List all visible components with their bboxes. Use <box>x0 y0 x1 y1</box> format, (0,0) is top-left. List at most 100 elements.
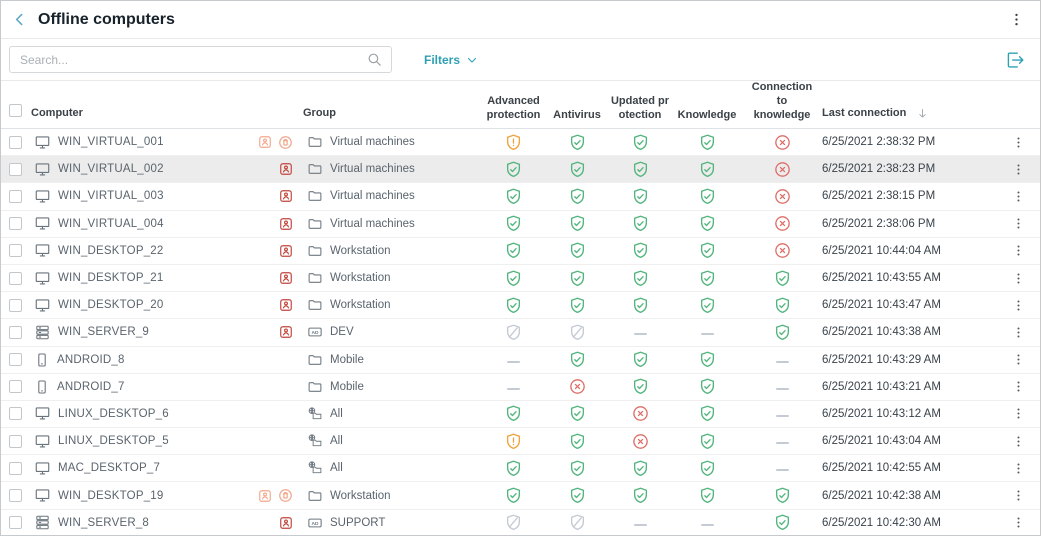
computer-name[interactable]: WIN_SERVER_9 <box>58 326 149 338</box>
row-checkbox[interactable] <box>9 217 22 230</box>
last-connection: 6/25/2021 10:42:38 AM <box>822 490 967 502</box>
row-kebab-menu-button[interactable] <box>1010 215 1027 232</box>
shield-ok-icon <box>568 187 587 206</box>
column-header-actions <box>967 120 1040 129</box>
row-kebab-menu-button[interactable] <box>1010 405 1027 422</box>
protection-disabled-shield-icon <box>504 513 523 532</box>
desktop-computer-icon <box>34 487 51 504</box>
row-checkbox[interactable] <box>9 244 22 257</box>
row-kebab-menu-button[interactable] <box>1010 297 1027 314</box>
column-header-antivirus[interactable]: Antivirus <box>546 109 608 130</box>
row-checkbox[interactable] <box>9 190 22 203</box>
table-row[interactable]: MAC_DESKTOP_7All6/25/2021 10:42:55 AM <box>1 455 1040 482</box>
row-kebab-menu-button[interactable] <box>1010 242 1027 259</box>
row-kebab-menu-button[interactable] <box>1010 514 1027 531</box>
table-row[interactable]: WIN_DESKTOP_20Workstation6/25/2021 10:43… <box>1 292 1040 319</box>
row-checkbox[interactable] <box>9 489 22 502</box>
computer-name[interactable]: WIN_DESKTOP_22 <box>58 245 164 257</box>
computer-name[interactable]: ANDROID_7 <box>57 381 125 393</box>
row-checkbox[interactable] <box>9 299 22 312</box>
table-row[interactable]: WIN_VIRTUAL_003Virtual machines6/25/2021… <box>1 183 1040 210</box>
table-row[interactable]: WIN_SERVER_9ADDEV6/25/2021 10:43:38 AM <box>1 319 1040 346</box>
computer-name[interactable]: WIN_DESKTOP_19 <box>58 490 164 502</box>
table-row[interactable]: WIN_VIRTUAL_001Virtual machines6/25/2021… <box>1 129 1040 156</box>
row-select-cell <box>1 299 31 312</box>
row-kebab-menu-button[interactable] <box>1010 324 1027 341</box>
search-box[interactable] <box>9 46 392 73</box>
all-group-globe-folder-icon <box>307 406 323 422</box>
status-cell <box>608 269 672 288</box>
table-row[interactable]: LINUX_DESKTOP_6All6/25/2021 10:43:12 AM <box>1 401 1040 428</box>
status-badges <box>279 244 293 258</box>
status-cell <box>672 517 742 529</box>
row-checkbox[interactable] <box>9 462 22 475</box>
back-button[interactable] <box>9 9 30 30</box>
computer-name[interactable]: LINUX_DESKTOP_6 <box>58 408 169 420</box>
shield-ok-icon <box>568 404 587 423</box>
table-row[interactable]: WIN_VIRTUAL_004Virtual machines6/25/2021… <box>1 211 1040 238</box>
row-checkbox[interactable] <box>9 516 22 529</box>
row-kebab-menu-button[interactable] <box>1010 460 1027 477</box>
row-kebab-menu-button[interactable] <box>1010 433 1027 450</box>
group-cell: Virtual machines <box>303 134 481 150</box>
table-row[interactable]: WIN_VIRTUAL_002Virtual machines6/25/2021… <box>1 156 1040 183</box>
column-header-last-connection[interactable]: Last connection <box>822 107 967 130</box>
row-checkbox[interactable] <box>9 163 22 176</box>
row-kebab-menu-button[interactable] <box>1010 161 1027 178</box>
shield-ok-icon <box>568 214 587 233</box>
row-checkbox[interactable] <box>9 272 22 285</box>
export-button[interactable] <box>1002 47 1028 73</box>
row-kebab-menu-button[interactable] <box>1010 487 1027 504</box>
column-header-knowledge[interactable]: Knowledge <box>672 109 742 130</box>
row-kebab-menu-button[interactable] <box>1010 351 1027 368</box>
search-input[interactable] <box>18 52 366 68</box>
table-row[interactable]: WIN_DESKTOP_19Workstation6/25/2021 10:42… <box>1 482 1040 509</box>
shield-ok-icon <box>504 459 523 478</box>
computer-name[interactable]: WIN_VIRTUAL_002 <box>58 163 164 175</box>
column-header-updated_protection[interactable]: Updated protection <box>608 95 672 130</box>
column-header-computer[interactable]: Computer <box>31 107 303 130</box>
column-header-advanced_protection[interactable]: Advanced protection <box>481 95 546 130</box>
column-header-connection_to_knowledge[interactable]: Connection to knowledge <box>742 81 822 129</box>
row-checkbox[interactable] <box>9 326 22 339</box>
row-kebab-menu-button[interactable] <box>1010 270 1027 287</box>
page-kebab-menu-button[interactable] <box>1007 10 1026 29</box>
row-checkbox[interactable] <box>9 380 22 393</box>
status-cell <box>608 486 672 505</box>
table-row[interactable]: ANDROID_8Mobile6/25/2021 10:43:29 AM <box>1 347 1040 374</box>
row-checkbox[interactable] <box>9 435 22 448</box>
computer-cell: WIN_VIRTUAL_002 <box>31 161 303 178</box>
table-row[interactable]: WIN_DESKTOP_21Workstation6/25/2021 10:43… <box>1 265 1040 292</box>
row-checkbox[interactable] <box>9 353 22 366</box>
filters-button[interactable]: Filters <box>418 52 484 68</box>
table-row[interactable]: WIN_SERVER_8ADSUPPORT6/25/2021 10:42:30 … <box>1 510 1040 536</box>
error-circle-x-icon <box>773 241 792 260</box>
row-checkbox[interactable] <box>9 407 22 420</box>
computer-name[interactable]: WIN_VIRTUAL_003 <box>58 190 164 202</box>
table-row[interactable]: LINUX_DESKTOP_5All6/25/2021 10:43:04 AM <box>1 428 1040 455</box>
row-checkbox[interactable] <box>9 136 22 149</box>
row-select-cell <box>1 217 31 230</box>
last-connection: 6/25/2021 10:43:47 AM <box>822 299 967 311</box>
group-cell: All <box>303 460 481 476</box>
computer-name[interactable]: WIN_VIRTUAL_004 <box>58 218 164 230</box>
row-kebab-menu-button[interactable] <box>1010 134 1027 151</box>
computer-name[interactable]: WIN_DESKTOP_21 <box>58 272 164 284</box>
user-status-warning-icon <box>258 489 272 503</box>
computer-name[interactable]: LINUX_DESKTOP_5 <box>58 435 169 447</box>
row-select-cell <box>1 326 31 339</box>
select-all-checkbox[interactable] <box>9 104 22 117</box>
computer-cell: WIN_SERVER_9 <box>31 324 303 341</box>
computer-name[interactable]: MAC_DESKTOP_7 <box>58 462 160 474</box>
column-header-group[interactable]: Group <box>303 107 481 130</box>
table-row[interactable]: WIN_DESKTOP_22Workstation6/25/2021 10:44… <box>1 238 1040 265</box>
row-kebab-menu-button[interactable] <box>1010 378 1027 395</box>
sort-descending-icon[interactable] <box>916 107 929 120</box>
table-row[interactable]: ANDROID_7Mobile6/25/2021 10:43:21 AM <box>1 374 1040 401</box>
computer-name[interactable]: WIN_DESKTOP_20 <box>58 299 164 311</box>
computer-name[interactable]: ANDROID_8 <box>57 354 125 366</box>
computer-name[interactable]: WIN_SERVER_8 <box>58 517 149 529</box>
computer-name[interactable]: WIN_VIRTUAL_001 <box>58 136 164 148</box>
export-icon <box>1004 49 1026 71</box>
row-kebab-menu-button[interactable] <box>1010 188 1027 205</box>
